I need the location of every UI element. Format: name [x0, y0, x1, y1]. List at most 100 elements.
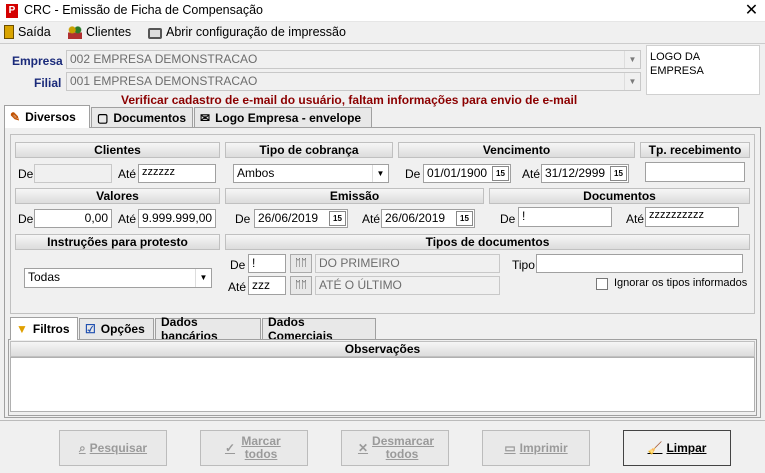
- emissao-header: Emissão: [225, 188, 484, 204]
- vencimento-de-input[interactable]: 01/01/1900 15: [423, 164, 511, 183]
- company-logo: LOGO DA EMPRESA: [646, 45, 760, 95]
- calendar-icon[interactable]: 15: [610, 166, 627, 181]
- desmarcar-todos-button[interactable]: ✕ Desmarcar todos: [341, 430, 449, 466]
- app-icon: P: [6, 4, 18, 18]
- tipos-tipo-label: Tipo: [512, 258, 535, 272]
- documentos-de-label: De: [500, 212, 516, 226]
- calendar-icon[interactable]: 15: [492, 166, 509, 181]
- menu-saida-label: Saída: [18, 25, 51, 39]
- empresa-label: Empresa: [12, 54, 63, 68]
- tab-opcoes[interactable]: ☑ Opções: [79, 318, 154, 339]
- document-icon: ▢: [97, 111, 109, 125]
- marcar-todos-button[interactable]: ✓ Marcar todos: [200, 430, 308, 466]
- tab-filtros[interactable]: ▼ Filtros: [10, 317, 78, 340]
- tipos-ate-input[interactable]: zzz: [248, 276, 286, 295]
- broom-icon: 🧹: [647, 440, 663, 455]
- vencimento-ate-input[interactable]: 31/12/2999 15: [541, 164, 629, 183]
- emissao-ate-input[interactable]: 26/06/2019 15: [381, 209, 475, 228]
- vencimento-de-value: 01/01/1900: [427, 166, 488, 180]
- documentos-ate-input[interactable]: zzzzzzzzzz: [645, 207, 739, 227]
- chevron-down-icon[interactable]: ▼: [372, 165, 388, 182]
- filial-select[interactable]: 001 EMPRESA DEMONSTRACAO ▼: [66, 72, 641, 91]
- tipos-de-input[interactable]: !: [248, 254, 286, 273]
- check-icon: ✓: [224, 440, 236, 455]
- tipos-tipo-input[interactable]: [536, 254, 743, 273]
- instrucoes-value: Todas: [28, 270, 61, 284]
- tab-dados-bancarios[interactable]: Dados bancários: [155, 315, 261, 343]
- x-icon: ✕: [357, 440, 369, 455]
- imprimir-label: Imprimir: [519, 440, 568, 455]
- tipo-cobranca-select[interactable]: Ambos ▼: [233, 164, 389, 183]
- menu-clientes[interactable]: Clientes: [68, 25, 131, 39]
- tipo-cobranca-header: Tipo de cobrança: [225, 142, 393, 158]
- vencimento-ate-value: 31/12/2999: [545, 166, 606, 180]
- valores-de-input[interactable]: 0,00: [34, 209, 112, 228]
- empresa-select[interactable]: 002 EMPRESA DEMONSTRACAO ▼: [66, 50, 641, 69]
- pesquisar-button[interactable]: ⌕ Pesquisar: [59, 430, 167, 466]
- valores-header: Valores: [15, 188, 220, 204]
- menu-saida[interactable]: Saída: [4, 25, 51, 39]
- menu-bar: Saída Clientes Abrir configuração de imp…: [0, 22, 765, 44]
- calendar-icon[interactable]: 15: [329, 211, 346, 226]
- clientes-ate-input[interactable]: zzzzzz: [138, 164, 216, 183]
- desmarcar-label: Desmarcar todos: [372, 434, 435, 461]
- filial-label: Filial: [34, 76, 62, 90]
- imprimir-button[interactable]: ▭ Imprimir: [482, 430, 590, 466]
- observacoes-textarea[interactable]: [10, 357, 755, 412]
- documentos-de-input[interactable]: !: [518, 207, 612, 227]
- instrucoes-header: Instruções para protesto: [15, 234, 220, 250]
- documentos-ate-label: Até: [626, 212, 645, 226]
- clientes-header: Clientes: [15, 142, 220, 158]
- calendar-icon[interactable]: 15: [456, 211, 473, 226]
- documentos-header: Documentos: [489, 188, 750, 204]
- menu-impressao[interactable]: Abrir configuração de impressão: [148, 25, 346, 39]
- marcar-label: Marcar todos: [241, 434, 281, 461]
- tab-diversos[interactable]: ✎ Diversos: [4, 105, 90, 128]
- filter-icon: ▼: [16, 322, 28, 336]
- tipos-ate-label: Até: [228, 280, 247, 294]
- tipos-de-label: De: [230, 258, 246, 272]
- menu-impressao-label: Abrir configuração de impressão: [166, 25, 346, 39]
- instrucoes-select[interactable]: Todas ▼: [24, 268, 212, 288]
- emissao-de-label: De: [235, 212, 251, 226]
- valores-de-label: De: [18, 212, 34, 226]
- clientes-ate-label: Até: [118, 167, 137, 181]
- users-icon: [68, 25, 82, 39]
- limpar-button[interactable]: 🧹 Limpar: [623, 430, 731, 466]
- chevron-down-icon[interactable]: ▼: [195, 269, 211, 287]
- tipo-cobranca-value: Ambos: [237, 166, 275, 180]
- vencimento-header: Vencimento: [398, 142, 635, 158]
- tab-documentos[interactable]: ▢ Documentos: [91, 107, 193, 128]
- envelope-icon: ✉: [200, 111, 211, 125]
- window-title: CRC - Emissão de Ficha de Compensação: [24, 3, 263, 17]
- ignorar-tipos-label: Ignorar os tipos informados: [614, 277, 748, 289]
- tab-opcoes-label: Opções: [100, 322, 145, 336]
- binoculars-icon[interactable]: ᛖᛖ: [290, 276, 312, 295]
- vencimento-ate-label: Até: [522, 167, 541, 181]
- valores-ate-input[interactable]: 9.999.999,00: [138, 209, 216, 228]
- pencil-icon: ✎: [10, 110, 21, 124]
- tab-dados-comerciais[interactable]: Dados Comerciais: [262, 315, 376, 343]
- ignorar-tipos-checkbox[interactable]: [596, 278, 608, 290]
- chevron-down-icon[interactable]: ▼: [624, 73, 640, 90]
- vencimento-de-label: De: [405, 167, 421, 181]
- tipos-documentos-header: Tipos de documentos: [225, 234, 750, 250]
- binoculars-icon[interactable]: ᛖᛖ: [290, 254, 312, 273]
- printer-icon: [148, 27, 162, 39]
- tab-logo-empresa[interactable]: ✉ Logo Empresa - envelope: [194, 107, 372, 128]
- exit-door-icon: [4, 25, 14, 39]
- clientes-de-input[interactable]: [34, 164, 112, 183]
- emissao-ate-value: 26/06/2019: [385, 211, 446, 225]
- tab-documentos-label: Documentos: [113, 111, 187, 125]
- empresa-value: 002 EMPRESA DEMONSTRACAO: [70, 52, 258, 66]
- close-icon[interactable]: ✕: [738, 0, 765, 22]
- valores-ate-label: Até: [118, 212, 137, 226]
- chevron-down-icon[interactable]: ▼: [624, 51, 640, 68]
- checkbox-icon: ☑: [85, 322, 96, 336]
- filial-value: 001 EMPRESA DEMONSTRACAO: [70, 74, 258, 88]
- limpar-label: Limpar: [666, 440, 707, 455]
- emissao-de-input[interactable]: 26/06/2019 15: [254, 209, 348, 228]
- tipos-ate-desc: ATÉ O ÚLTIMO: [315, 276, 500, 295]
- emissao-ate-label: Até: [362, 212, 381, 226]
- tp-recebimento-input[interactable]: [645, 162, 745, 182]
